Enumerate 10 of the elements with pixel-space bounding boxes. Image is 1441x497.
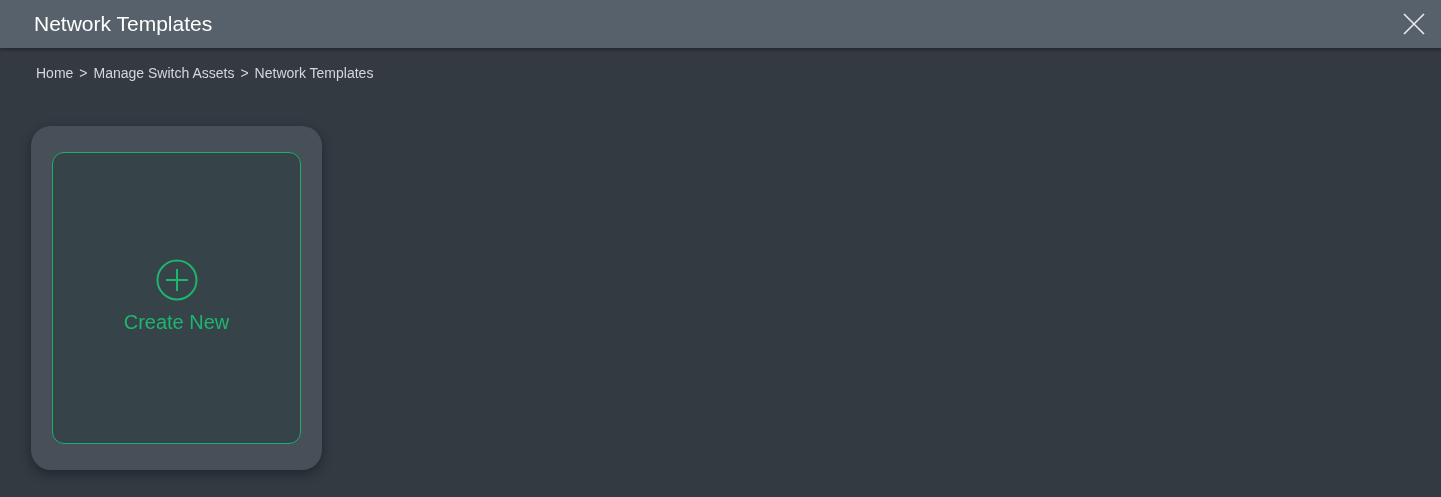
breadcrumb-link[interactable]: Network Templates xyxy=(254,63,374,84)
close-button[interactable] xyxy=(1401,11,1427,37)
breadcrumb-separator: > xyxy=(240,64,249,83)
breadcrumb-link[interactable]: Home xyxy=(36,63,74,84)
window-title: Network Templates xyxy=(34,11,213,38)
plus-circle-icon xyxy=(155,259,198,301)
breadcrumb-link[interactable]: Manage Switch Assets xyxy=(93,63,235,84)
close-icon xyxy=(1403,13,1425,35)
breadcrumb-separator: > xyxy=(79,64,88,83)
create-new-card[interactable]: Create New xyxy=(52,152,301,444)
